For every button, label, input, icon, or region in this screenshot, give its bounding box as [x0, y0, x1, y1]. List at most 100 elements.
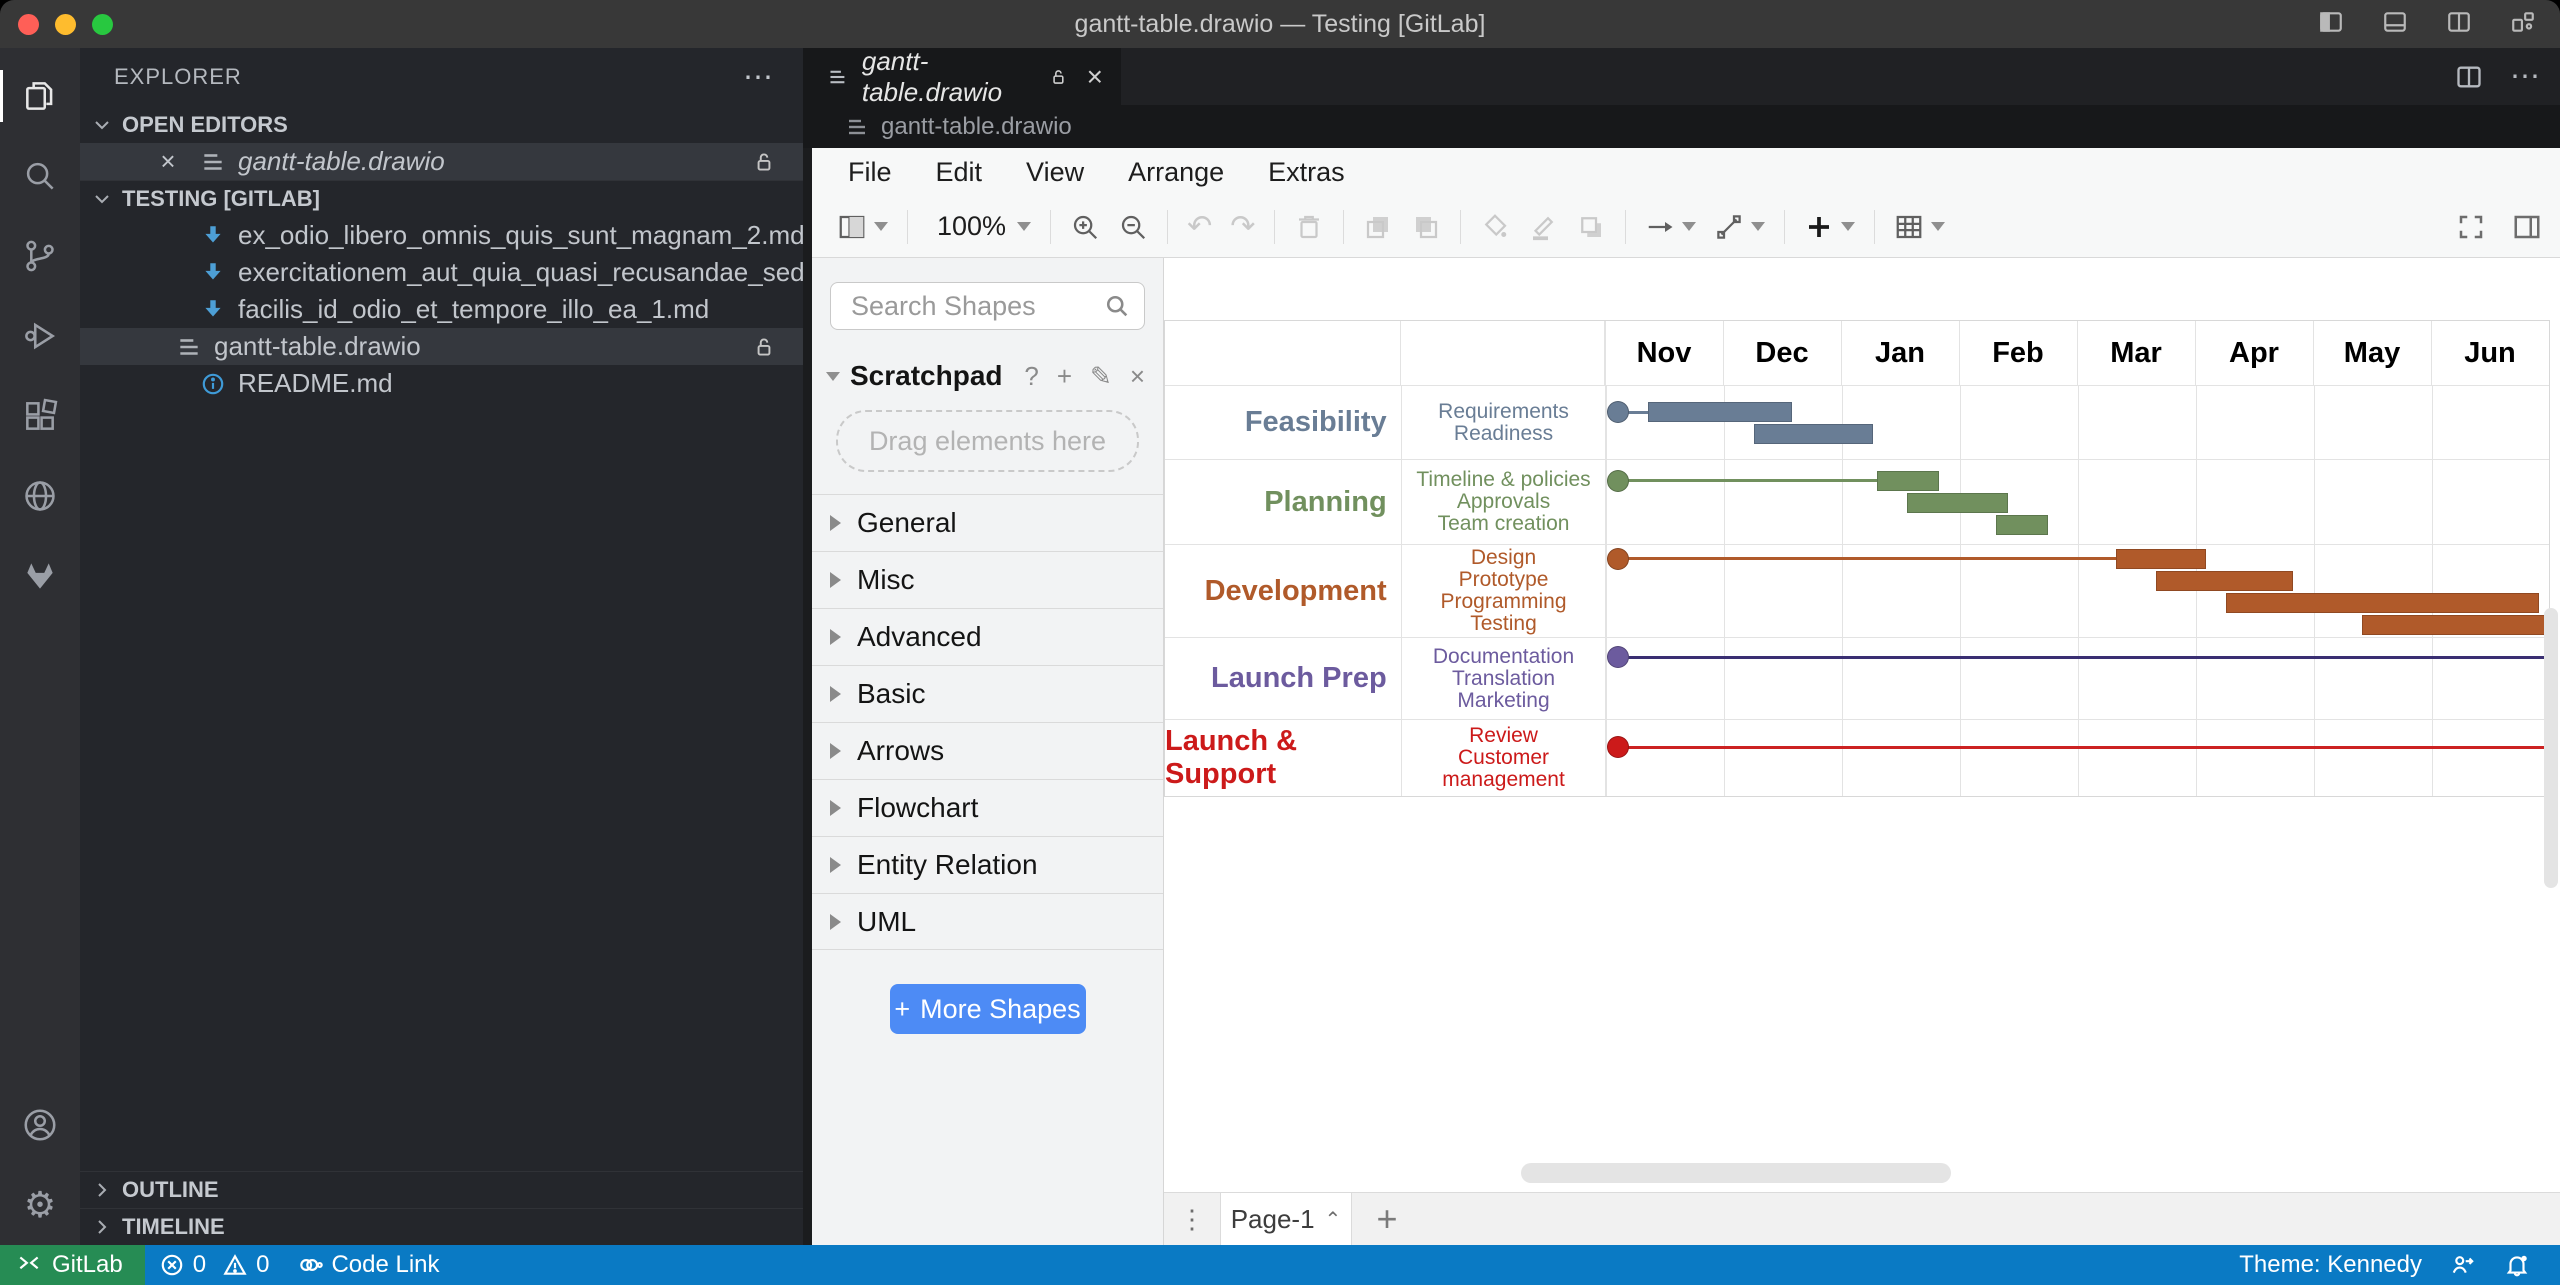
gantt-month-cell[interactable]: Feb — [1959, 321, 2077, 385]
open-editor-item[interactable]: × gantt-table.drawio — [80, 143, 803, 180]
file-row[interactable]: exercitationem_aut_quia_quasi_recusandae… — [80, 254, 803, 291]
gantt-month-cell[interactable]: Dec — [1723, 321, 1841, 385]
gantt-milestone-circle[interactable] — [1607, 646, 1629, 668]
gantt-connector-line[interactable] — [1618, 557, 2116, 560]
close-tab-icon[interactable]: × — [1087, 61, 1103, 93]
editor-more-actions-icon[interactable]: ⋯ — [2510, 59, 2542, 94]
notifications-bell-icon[interactable] — [2490, 1245, 2544, 1285]
fill-color-icon[interactable] — [1471, 205, 1519, 249]
file-row-selected[interactable]: gantt-table.drawio — [80, 328, 803, 365]
gantt-month-cell[interactable]: Apr — [2195, 321, 2313, 385]
open-editors-section[interactable]: OPEN EDITORS — [80, 106, 803, 143]
insert-icon[interactable] — [1795, 205, 1864, 249]
menu-arrange[interactable]: Arrange — [1106, 157, 1246, 188]
waypoint-line-icon[interactable] — [1705, 205, 1774, 249]
workspace-section[interactable]: TESTING [GITLAB] — [80, 180, 803, 217]
lock-icon[interactable] — [1048, 64, 1069, 90]
gantt-phase-label[interactable]: Development — [1165, 545, 1402, 637]
gantt-milestone-circle[interactable] — [1607, 470, 1629, 492]
shape-section-uml[interactable]: UML — [812, 893, 1163, 950]
menu-edit[interactable]: Edit — [914, 157, 1005, 188]
gantt-milestone-circle[interactable] — [1607, 548, 1629, 570]
shape-section-arrows[interactable]: Arrows — [812, 722, 1163, 779]
undo-icon[interactable]: ↶ — [1178, 205, 1221, 249]
gantt-connector-line[interactable] — [1618, 746, 2554, 749]
zoom-level-dropdown[interactable]: 100% — [918, 205, 1040, 249]
view-panels-button[interactable] — [828, 205, 897, 249]
breadcrumb[interactable]: gantt-table.drawio — [803, 105, 2560, 148]
gantt-task-list[interactable]: DesignPrototypeProgrammingTesting — [1402, 545, 1607, 637]
vertical-scrollbar[interactable] — [2544, 608, 2558, 888]
gantt-bar[interactable] — [1907, 493, 2007, 513]
file-row[interactable]: ex_odio_libero_omnis_quis_sunt_magnam_2.… — [80, 217, 803, 254]
search-icon[interactable] — [0, 136, 80, 216]
gantt-month-cell[interactable]: Nov — [1605, 321, 1723, 385]
gantt-task-list[interactable]: Timeline & policiesApprovalsTeam creatio… — [1402, 460, 1607, 544]
more-shapes-button[interactable]: + More Shapes — [890, 984, 1086, 1034]
gantt-connector-line[interactable] — [1618, 479, 1876, 482]
timeline-section[interactable]: TIMELINE — [80, 1208, 803, 1245]
pages-menu-icon[interactable]: ⋮ — [1164, 1193, 1220, 1245]
menu-file[interactable]: File — [826, 157, 914, 188]
gantt-month-cell[interactable]: May — [2313, 321, 2431, 385]
menu-view[interactable]: View — [1004, 157, 1106, 188]
gantt-bar[interactable] — [1754, 424, 1873, 444]
gantt-bar[interactable] — [1877, 471, 1940, 491]
gantt-bar[interactable] — [2156, 571, 2293, 591]
gantt-month-cell[interactable]: Mar — [2077, 321, 2195, 385]
connection-arrow-icon[interactable] — [1636, 205, 1705, 249]
toggle-sidebar-icon[interactable] — [2316, 9, 2346, 40]
gantt-month-cell[interactable]: Jan — [1841, 321, 1959, 385]
settings-gear-icon[interactable]: ⚙ — [0, 1165, 80, 1245]
gantt-bar[interactable] — [2116, 549, 2206, 569]
extensions-icon[interactable] — [0, 376, 80, 456]
shape-section-entity-relation[interactable]: Entity Relation — [812, 836, 1163, 893]
gantt-bar[interactable] — [2362, 615, 2551, 635]
code-link-indicator[interactable]: Code Link — [283, 1245, 453, 1285]
gantt-milestone-circle[interactable] — [1607, 401, 1629, 423]
to-back-icon[interactable] — [1402, 205, 1450, 249]
gitlab-icon[interactable] — [0, 536, 80, 616]
gantt-month-cell[interactable]: Jun — [2431, 321, 2549, 385]
split-editor-icon[interactable] — [2444, 9, 2474, 40]
scratchpad-help-icon[interactable]: ? — [1024, 361, 1038, 392]
delete-icon[interactable] — [1285, 205, 1333, 249]
search-shapes-input[interactable] — [830, 282, 1145, 330]
gantt-phase-label[interactable]: Launch & Support — [1165, 720, 1402, 796]
gantt-phase-label[interactable]: Planning — [1165, 460, 1402, 544]
account-icon[interactable] — [0, 1085, 80, 1165]
menu-extras[interactable]: Extras — [1246, 157, 1367, 188]
redo-icon[interactable]: ↷ — [1221, 205, 1264, 249]
shape-section-basic[interactable]: Basic — [812, 665, 1163, 722]
fullscreen-icon[interactable] — [2456, 212, 2486, 242]
gantt-bar[interactable] — [1996, 515, 2048, 535]
to-front-icon[interactable] — [1354, 205, 1402, 249]
source-control-icon[interactable] — [0, 216, 80, 296]
feedback-icon[interactable] — [2436, 1245, 2490, 1285]
format-panel-icon[interactable] — [2512, 212, 2542, 242]
zoom-in-icon[interactable] — [1061, 205, 1109, 249]
close-editor-icon[interactable]: × — [148, 146, 188, 177]
horizontal-scrollbar[interactable] — [1521, 1163, 1951, 1183]
gantt-bar[interactable] — [1648, 402, 1792, 422]
explorer-icon[interactable] — [0, 56, 80, 136]
scratchpad-edit-icon[interactable]: ✎ — [1090, 361, 1112, 392]
add-page-icon[interactable]: + — [1352, 1193, 1422, 1245]
drawio-canvas[interactable]: NovDecJanFebMarAprMayJun FeasibilityRequ… — [1164, 258, 2560, 1192]
gantt-task-list[interactable]: RequirementsReadiness — [1402, 386, 1607, 459]
remote-indicator[interactable]: GitLab — [0, 1245, 145, 1285]
scratchpad-close-icon[interactable]: × — [1130, 361, 1145, 392]
file-row[interactable]: README.md — [80, 365, 803, 402]
split-editor-icon[interactable] — [2454, 63, 2484, 91]
line-color-icon[interactable] — [1519, 205, 1567, 249]
globe-icon[interactable] — [0, 456, 80, 536]
tab-gantt-table[interactable]: gantt-table.drawio × — [803, 48, 1121, 105]
table-icon[interactable] — [1885, 205, 1954, 249]
shape-section-misc[interactable]: Misc — [812, 551, 1163, 608]
shape-section-flowchart[interactable]: Flowchart — [812, 779, 1163, 836]
shape-section-general[interactable]: General — [812, 494, 1163, 551]
problems-indicator[interactable]: 0 0 — [145, 1245, 284, 1285]
gantt-phase-label[interactable]: Feasibility — [1165, 386, 1402, 459]
gantt-connector-line[interactable] — [1618, 656, 2554, 659]
search-icon[interactable] — [1103, 292, 1131, 320]
